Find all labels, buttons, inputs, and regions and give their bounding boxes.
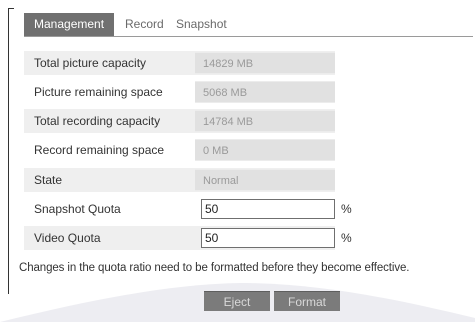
eject-button[interactable]: Eject (204, 291, 270, 311)
snapshot-quota-input[interactable] (201, 199, 335, 219)
total-picture-capacity-value: 14829 MB (195, 52, 335, 74)
tab-management[interactable]: Management (24, 13, 115, 36)
total-recording-capacity-value: 14784 MB (195, 110, 335, 132)
video-quota-input[interactable] (201, 228, 335, 248)
record-remaining-space-value: 0 MB (195, 139, 335, 161)
tab-snapshot[interactable]: Snapshot (176, 13, 227, 36)
format-button[interactable]: Format (274, 291, 340, 311)
video-quota-label: Video Quota (34, 231, 101, 245)
total-picture-capacity-label: Total picture capacity (34, 56, 147, 70)
frame-top-corner (8, 8, 14, 9)
total-recording-capacity-label: Total recording capacity (34, 114, 161, 128)
tab-record[interactable]: Record (125, 13, 164, 36)
record-remaining-space-label: Record remaining space (34, 143, 165, 157)
picture-remaining-space-label: Picture remaining space (34, 85, 163, 99)
tab-underline (24, 36, 473, 37)
video-quota-unit: % (341, 231, 352, 245)
state-label: State (34, 173, 63, 187)
quota-format-note: Changes in the quota ratio need to be fo… (19, 262, 410, 274)
tab-bar: Management Record Snapshot (24, 13, 472, 36)
frame-left-border (8, 8, 9, 294)
state-value: Normal (195, 169, 335, 191)
snapshot-quota-label: Snapshot Quota (34, 202, 121, 216)
snapshot-quota-unit: % (341, 202, 352, 216)
picture-remaining-space-value: 5068 MB (195, 81, 335, 103)
